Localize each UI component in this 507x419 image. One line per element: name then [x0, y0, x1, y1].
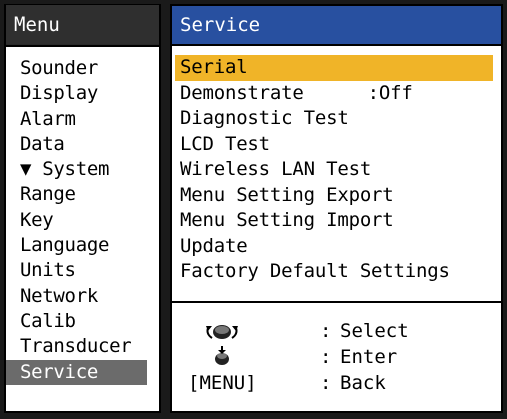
- service-item-diagnostic-test[interactable]: Diagnostic Test: [172, 106, 493, 132]
- menu-item-calib[interactable]: Calib: [6, 309, 159, 334]
- menu-key-label: [MENU]: [188, 372, 257, 394]
- menu-item-sounder[interactable]: Sounder: [6, 56, 159, 81]
- legend-back-label: Back: [340, 372, 386, 394]
- service-item-update[interactable]: Update: [172, 234, 493, 260]
- service-item-label: Serial: [180, 56, 248, 78]
- service-item-label: Demonstrate: [180, 81, 304, 104]
- legend-enter-label: Enter: [340, 346, 398, 368]
- legend-row-select: : Select: [172, 318, 501, 344]
- menu-item-network[interactable]: Network: [6, 284, 159, 309]
- main-menu-title: Menu: [6, 5, 159, 47]
- display-frame: Menu Sounder Display Alarm Data ▼ System…: [0, 0, 507, 419]
- service-menu-title: Service: [172, 6, 501, 46]
- service-item-serial[interactable]: Serial: [175, 55, 493, 81]
- rotary-knob-icon: [206, 325, 238, 339]
- main-menu-list: Sounder Display Alarm Data ▼ System Rang…: [6, 46, 159, 385]
- knob-press-icon: [215, 346, 229, 365]
- service-menu-panel: Service Serial Demonstrate :Off Diagnosti…: [170, 4, 503, 413]
- menu-item-range[interactable]: Range: [6, 182, 159, 207]
- service-item-wireless-lan-test[interactable]: Wireless LAN Test: [172, 157, 493, 183]
- service-item-factory-default-settings[interactable]: Factory Default Settings: [172, 259, 493, 285]
- legend-divider: [172, 301, 501, 303]
- service-item-label: Update: [180, 234, 248, 257]
- service-item-label: Factory Default Settings: [180, 260, 450, 282]
- menu-item-transducer[interactable]: Transducer: [6, 334, 159, 359]
- legend-select-label: Select: [340, 320, 409, 342]
- main-menu-panel: Menu Sounder Display Alarm Data ▼ System…: [4, 4, 161, 413]
- menu-item-alarm[interactable]: Alarm: [6, 107, 159, 132]
- menu-item-system[interactable]: ▼ System: [6, 157, 159, 182]
- service-item-label: Wireless LAN Test: [180, 158, 372, 180]
- service-item-demonstrate[interactable]: Demonstrate :Off: [172, 81, 493, 107]
- menu-item-key[interactable]: Key: [6, 208, 159, 233]
- key-legend: : Select : Enter [MENU] : Back: [172, 318, 501, 396]
- menu-item-service[interactable]: Service: [6, 359, 147, 385]
- legend-separator: :: [320, 346, 332, 368]
- menu-item-data[interactable]: Data: [6, 132, 159, 157]
- service-item-label: Menu Setting Export: [180, 183, 394, 206]
- service-item-label: Menu Setting Import: [180, 209, 394, 231]
- service-menu-list: Serial Demonstrate :Off Diagnostic Test L…: [172, 46, 501, 285]
- service-item-label: LCD Test: [180, 132, 270, 155]
- service-item-menu-setting-export[interactable]: Menu Setting Export: [172, 183, 493, 209]
- menu-item-display[interactable]: Display: [6, 81, 159, 106]
- demonstrate-value: :Off: [367, 81, 413, 104]
- service-item-menu-setting-import[interactable]: Menu Setting Import: [172, 208, 493, 234]
- menu-item-units[interactable]: Units: [6, 258, 159, 283]
- legend-separator: :: [320, 372, 332, 394]
- legend-row-back: [MENU] : Back: [172, 370, 501, 396]
- menu-item-language[interactable]: Language: [6, 233, 159, 258]
- legend-row-enter: : Enter: [172, 344, 501, 370]
- legend-separator: :: [320, 320, 332, 342]
- service-item-lcd-test[interactable]: LCD Test: [172, 132, 493, 158]
- service-item-label: Diagnostic Test: [180, 107, 349, 129]
